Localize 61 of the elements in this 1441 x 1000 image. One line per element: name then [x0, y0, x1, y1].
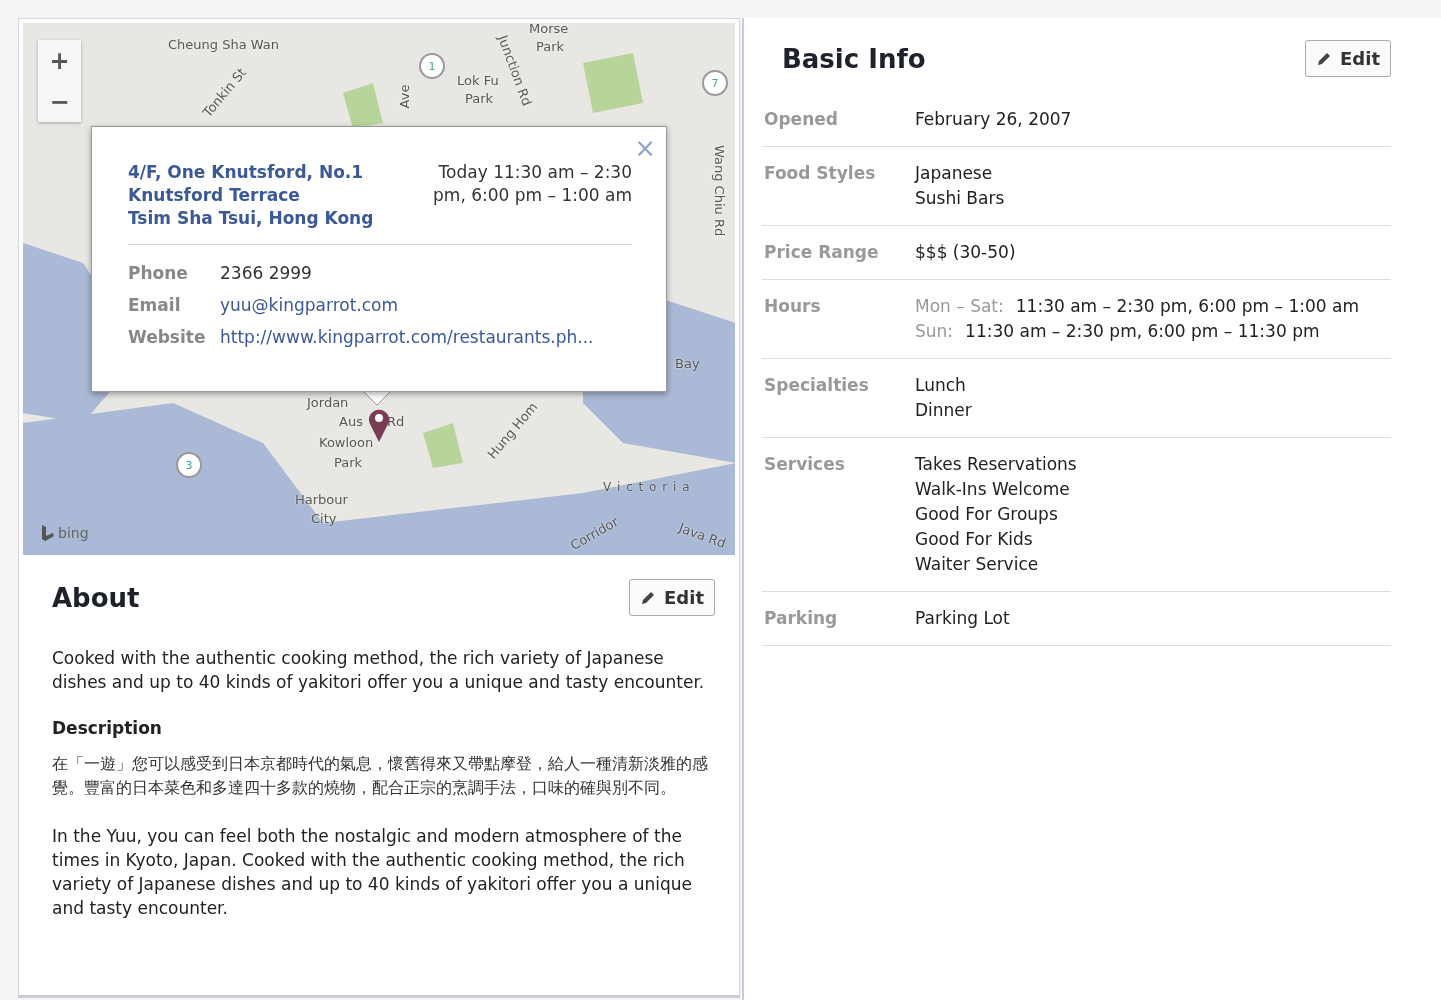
address-link[interactable]: 4/F, One Knutsford, No.1 Knutsford Terrace Tsim Sha Tsui, Hong Kong: [128, 161, 374, 230]
info-value: Parking Lot: [915, 607, 1010, 630]
info-value: Takes Reservations: [915, 453, 1077, 476]
info-label: Food Styles: [764, 162, 877, 185]
about-summary: Cooked with the authentic cooking method, the rich variety of Japanese dishes and up to 40 kinds of yakitori offer you a unique and tasty encounter.: [52, 647, 706, 694]
zoom-in-button[interactable]: +: [38, 40, 81, 81]
hours-time: 11:30 am – 2:30 pm, 6:00 pm – 1:00 am: [1015, 295, 1359, 318]
map-label: Rd: [387, 414, 405, 429]
zoom-out-button[interactable]: −: [38, 81, 81, 122]
contact-label: Phone: [128, 262, 189, 285]
info-label: Opened: [764, 108, 839, 131]
hours-day: Mon – Sat:: [915, 294, 1004, 319]
contact-link[interactable]: http://www.kingparrot.com/restaurants.ph...: [220, 321, 594, 353]
info-value: Good For Groups: [915, 503, 1059, 526]
map-label: Aus: [339, 414, 363, 429]
map-label: Wang Chiu Rd: [712, 145, 727, 237]
map-attribution: bing: [58, 525, 89, 541]
map-label: Park: [334, 455, 363, 470]
map-label: Park: [465, 91, 494, 106]
section-title: Basic Info: [782, 43, 926, 74]
contact-label: Email: [128, 294, 182, 317]
info-label: Parking: [764, 607, 839, 630]
hours-time: 11:30 am – 2:30 pm, 6:00 pm – 11:30 pm: [965, 320, 1320, 343]
contact-link[interactable]: yuu@kingparrot.com: [220, 289, 399, 321]
map-label: Jordan: [307, 395, 349, 410]
map-label: City: [311, 511, 337, 526]
info-value: Japanese: [915, 162, 994, 185]
info-label: Specialties: [764, 374, 870, 397]
map-label: Harbour: [295, 492, 348, 507]
pencil-icon: [640, 589, 657, 606]
contact-value: 2366 2999: [220, 262, 312, 285]
map-label: Kowloon: [319, 435, 374, 450]
info-value: Waiter Service: [915, 553, 1040, 576]
contact-label: Website: [128, 326, 207, 349]
info-label: Hours: [764, 295, 822, 318]
info-value: Sushi Bars: [915, 187, 1005, 210]
hours-day: Sun:: [915, 319, 954, 344]
bing-logo-icon: [41, 525, 55, 541]
info-label: Price Range: [764, 241, 880, 264]
info-value: Dinner: [915, 399, 972, 422]
edit-button[interactable]: Edit: [1305, 40, 1391, 77]
map-label: Cheung Sha Wan: [168, 37, 279, 52]
edit-button[interactable]: Edit: [629, 579, 715, 616]
info-value: $$$ (30-50): [915, 241, 1016, 264]
map-label: Morse: [529, 23, 569, 36]
description-heading: Description: [52, 718, 163, 738]
map-label: Bay: [675, 356, 700, 371]
info-value: Lunch: [915, 374, 967, 397]
section-title: About: [52, 582, 140, 613]
map-label: Park: [536, 39, 565, 54]
map-label: Ave: [397, 84, 413, 109]
info-value: February 26, 2007: [915, 108, 1072, 131]
description-text: 在「一遊」您可以感受到日本京都時代的氣息，懷舊得來又帶點摩登，給人一種清新淡雅的感覺。豐富的日本菜色和多達四十多款的燒物，配合正宗的烹調手法，口味的確與別不同。: [52, 753, 709, 799]
map-label: Java Rd: [676, 520, 728, 551]
map-label: V i c t o r i a: [603, 480, 691, 494]
hours-today: Today 11:30 am – 2:30 pm, 6:00 pm – 1:00 am: [432, 161, 632, 207]
info-value: Good For Kids: [915, 528, 1034, 551]
description-text: In the Yuu, you can feel both the nostalgic and modern atmosphere of the times in Kyoto, Japan. Cooked with the authentic cooking method, the rich variety of Japanese dishes and up to 40 kinds of yakitori offer you a unique and tasty encounter.: [52, 825, 694, 920]
pencil-icon: [1316, 50, 1333, 67]
info-label: Services: [764, 453, 846, 476]
info-value: Walk-Ins Welcome: [915, 478, 1071, 501]
